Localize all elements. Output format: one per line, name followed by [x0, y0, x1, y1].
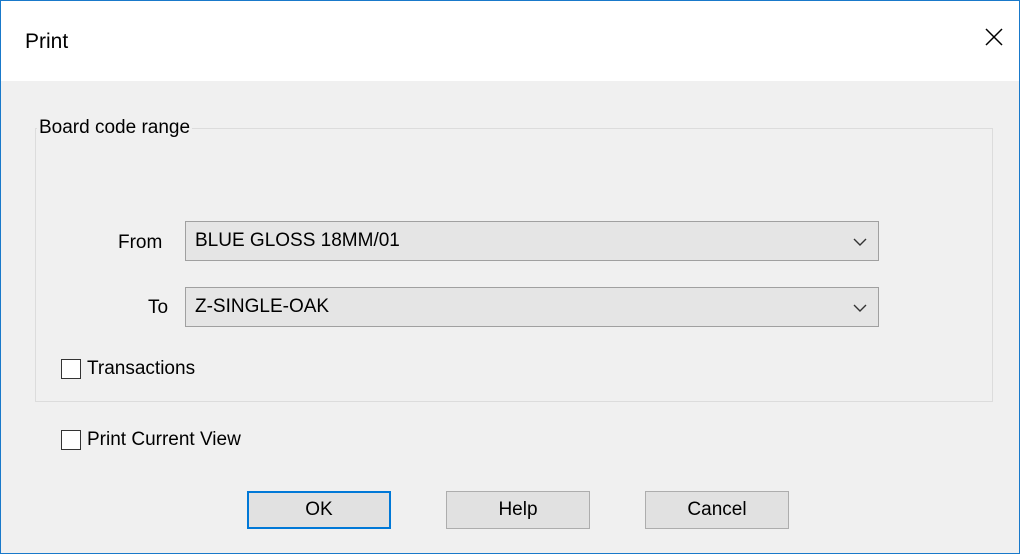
to-label: To	[148, 297, 169, 318]
to-combobox[interactable]: Z-SINGLE-OAK	[185, 287, 879, 327]
to-value: Z-SINGLE-OAK	[195, 296, 330, 317]
help-button[interactable]: Help	[446, 491, 590, 529]
transactions-checkbox-row[interactable]: Transactions	[61, 358, 195, 380]
close-icon	[985, 28, 1003, 46]
print-current-view-checkbox-row[interactable]: Print Current View	[61, 429, 241, 451]
board-code-range-legend: Board code range	[37, 117, 193, 139]
print-current-view-checkbox[interactable]	[61, 430, 81, 450]
close-button[interactable]	[969, 15, 1019, 59]
transactions-label: Transactions	[87, 358, 196, 379]
transactions-checkbox[interactable]	[61, 359, 81, 379]
title-bar: Print	[1, 1, 1019, 81]
print-dialog: Print Board code range From BLUE GLOSS 1…	[0, 0, 1020, 554]
cancel-button[interactable]: Cancel	[645, 491, 789, 529]
from-value: BLUE GLOSS 18MM/01	[195, 230, 400, 251]
print-current-view-label: Print Current View	[87, 429, 241, 450]
ok-button[interactable]: OK	[247, 491, 391, 529]
dialog-title: Print	[25, 30, 69, 53]
chevron-down-icon	[853, 304, 867, 312]
from-label: From	[118, 232, 163, 253]
from-combobox[interactable]: BLUE GLOSS 18MM/01	[185, 221, 879, 261]
chevron-down-icon	[853, 238, 867, 246]
